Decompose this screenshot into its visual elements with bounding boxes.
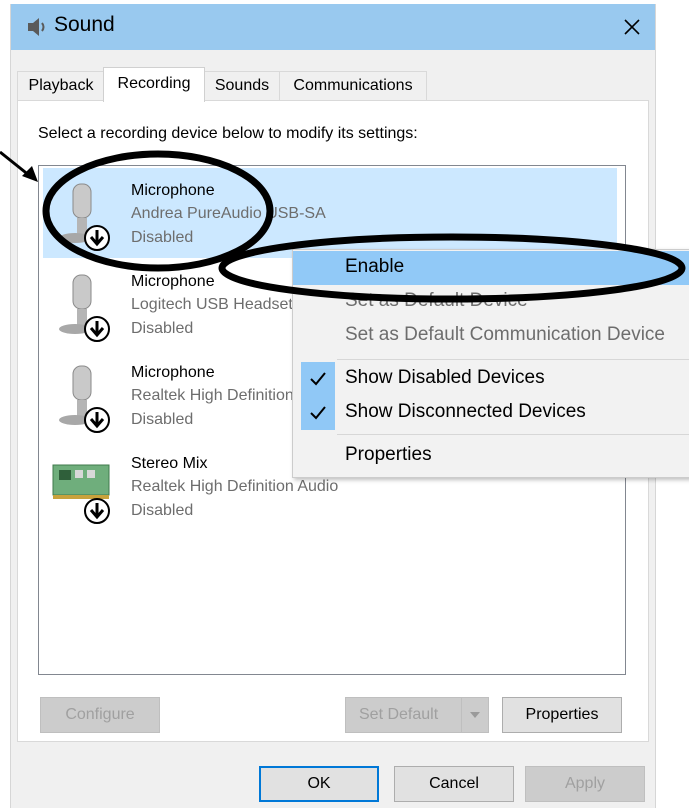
device-description: Realtek High Definition Audio bbox=[131, 478, 339, 495]
context-menu: Enable Set as Default Device Set as Defa… bbox=[292, 249, 689, 478]
device-name: Microphone bbox=[131, 364, 215, 381]
set-default-button[interactable]: Set Default bbox=[345, 697, 489, 733]
menu-label: Enable bbox=[345, 256, 405, 277]
apply-button[interactable]: Apply bbox=[525, 766, 645, 802]
disabled-arrow-icon bbox=[84, 316, 110, 342]
tab-sounds[interactable]: Sounds bbox=[203, 71, 281, 100]
menu-item-enable[interactable]: Enable bbox=[293, 251, 689, 285]
tab-playback[interactable]: Playback bbox=[17, 71, 105, 100]
window-title: Sound bbox=[54, 13, 115, 36]
close-icon bbox=[624, 19, 640, 35]
device-name: Microphone bbox=[131, 273, 215, 290]
device-description: Logitech USB Headset bbox=[131, 296, 293, 313]
instruction-text: Select a recording device below to modif… bbox=[38, 125, 418, 142]
speaker-icon bbox=[28, 18, 45, 36]
configure-button[interactable]: Configure bbox=[40, 697, 160, 733]
device-description: Andrea PureAudio USB-SA bbox=[131, 205, 326, 222]
disabled-arrow-icon bbox=[84, 498, 110, 524]
menu-item-show-disabled-devices[interactable]: Show Disabled Devices bbox=[293, 362, 689, 396]
device-name: Microphone bbox=[131, 182, 215, 199]
device-status: Disabled bbox=[131, 229, 194, 246]
tab-communications[interactable]: Communications bbox=[279, 71, 427, 100]
close-button[interactable] bbox=[609, 4, 655, 50]
menu-label: Set as Default Communication Device bbox=[345, 324, 665, 345]
device-status: Disabled bbox=[131, 411, 194, 428]
menu-item-set-default-device[interactable]: Set as Default Device bbox=[293, 285, 689, 319]
menu-label: Show Disconnected Devices bbox=[345, 401, 586, 422]
disabled-arrow-icon bbox=[84, 407, 110, 433]
device-status: Disabled bbox=[131, 320, 194, 337]
set-default-dropdown[interactable] bbox=[461, 698, 488, 732]
tab-recording[interactable]: Recording bbox=[103, 67, 205, 102]
disabled-arrow-icon bbox=[84, 225, 110, 251]
device-status: Disabled bbox=[131, 502, 194, 519]
menu-separator bbox=[337, 359, 689, 360]
menu-item-set-default-communication-device[interactable]: Set as Default Communication Device bbox=[293, 319, 689, 353]
menu-item-show-disconnected-devices[interactable]: Show Disconnected Devices bbox=[293, 396, 689, 430]
ok-button[interactable]: OK bbox=[259, 766, 379, 802]
check-icon bbox=[301, 362, 335, 396]
check-icon bbox=[301, 396, 335, 430]
menu-separator bbox=[337, 434, 689, 435]
menu-item-properties[interactable]: Properties bbox=[293, 439, 689, 473]
device-name: Stereo Mix bbox=[131, 455, 208, 472]
menu-label: Properties bbox=[345, 444, 432, 465]
cancel-button[interactable]: Cancel bbox=[394, 766, 514, 802]
properties-button[interactable]: Properties bbox=[502, 697, 622, 733]
device-item-andrea-microphone[interactable]: Microphone Andrea PureAudio USB-SA Disab… bbox=[43, 168, 617, 258]
title-bar[interactable]: Sound bbox=[11, 4, 655, 50]
set-default-label: Set Default bbox=[359, 706, 439, 723]
menu-label: Set as Default Device bbox=[345, 290, 528, 311]
chevron-down-icon bbox=[470, 712, 480, 718]
menu-label: Show Disabled Devices bbox=[345, 367, 545, 388]
